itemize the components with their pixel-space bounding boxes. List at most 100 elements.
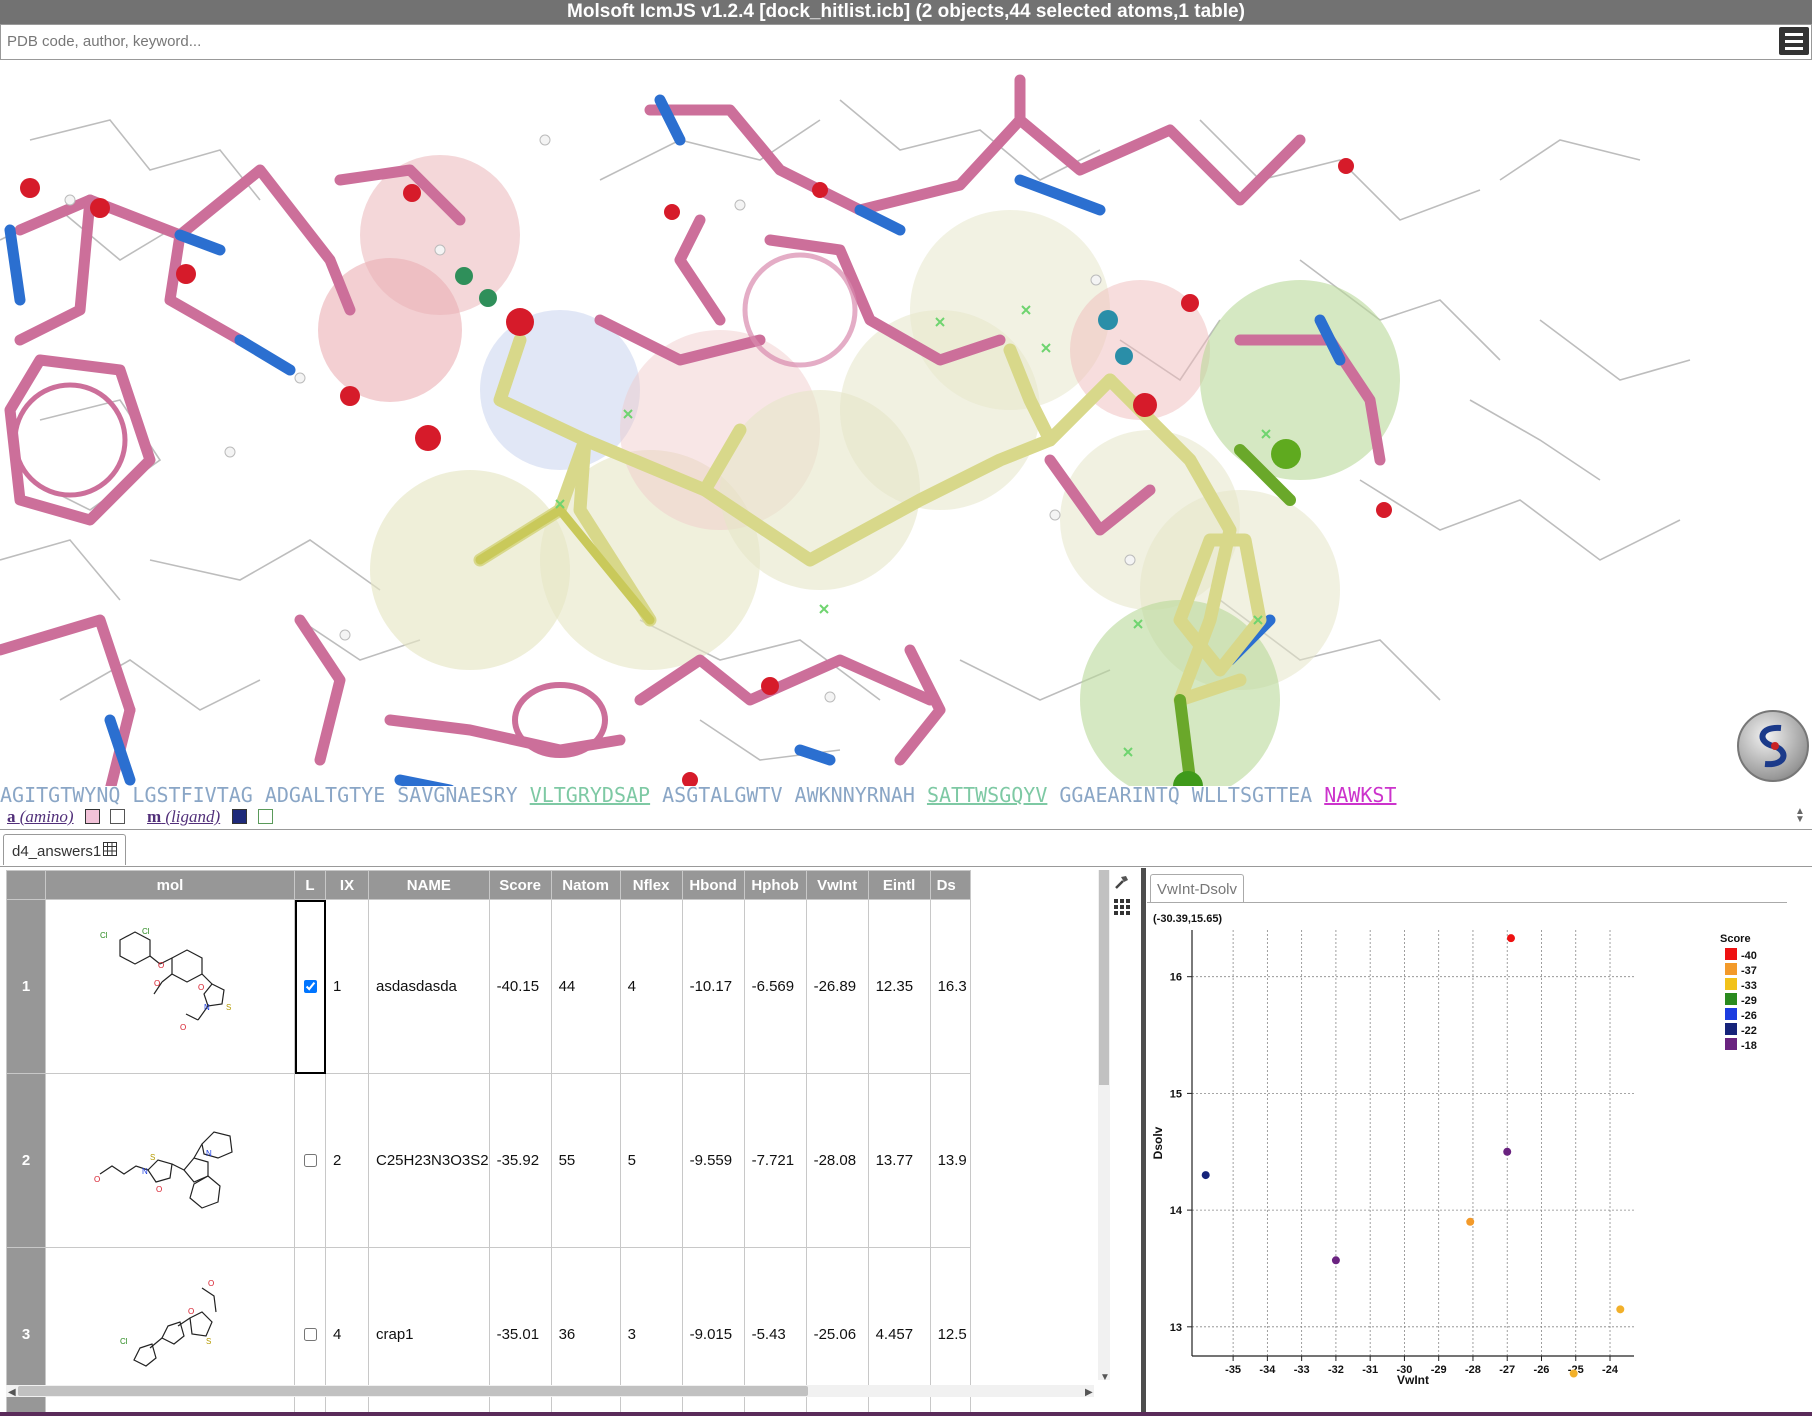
data-point [1569, 1369, 1578, 1378]
sequence-segment[interactable]: NAWKST [1324, 783, 1396, 807]
x-tick-label: -33 [1294, 1364, 1310, 1376]
object-amino-link[interactable]: a (amino) [7, 807, 74, 827]
sequence-bar[interactable]: AGITGTWYNQ LGSTFIVTAG ADGALTGTYE SAVGNAESRY… [0, 783, 1812, 807]
amino-display-toggle[interactable] [85, 809, 100, 824]
sequence-segment[interactable]: WLLTSGTTEA [1192, 783, 1312, 807]
sequence-segment[interactable]: SAVGNAESRY [397, 783, 517, 807]
x-tick-label: -27 [1499, 1364, 1515, 1376]
l-checkbox-cell[interactable] [294, 899, 326, 1074]
corner-header[interactable] [6, 870, 46, 900]
object-ligand-link[interactable]: m (ligand) [147, 807, 220, 827]
tab-d4-answers1[interactable]: d4_answers1 [3, 834, 127, 865]
bottom-border [0, 1412, 1812, 1416]
dsolv-cell: 16.3 [929, 899, 971, 1074]
table-vertical-scrollbar[interactable] [1098, 870, 1110, 1380]
sequence-segment[interactable]: ASGTALGWTV [662, 783, 782, 807]
legend-label: -37 [1741, 965, 1757, 977]
row-number[interactable]: 1 [6, 899, 46, 1074]
legend-swatch [1725, 963, 1737, 975]
ligand-display-toggle[interactable] [232, 809, 247, 824]
column-header[interactable]: NAME [368, 870, 490, 900]
column-header[interactable]: Nflex [619, 870, 683, 900]
x-tick-label: -24 [1602, 1364, 1619, 1376]
column-header[interactable]: Score [488, 870, 552, 900]
hammer-icon[interactable] [1114, 874, 1134, 895]
scroll-down-arrow-icon[interactable]: ▼ [1100, 1372, 1110, 1383]
row-number[interactable]: 2 [6, 1073, 46, 1248]
table-row[interactable]: 2 OS NO N 2 C25H23N3O3S2 -35.92 55 5 -9.… [6, 1073, 971, 1248]
molecule-structure[interactable]: Cl Cl OO ON SO [45, 899, 295, 1074]
sequence-segment[interactable]: VLTGRYDSAP [530, 783, 650, 807]
hbond-cell: -9.559 [681, 1073, 745, 1248]
svg-text:Cl: Cl [120, 1337, 128, 1346]
sequence-segment[interactable]: ADGALTGTYE [265, 783, 385, 807]
scroll-right-arrow-icon[interactable]: ▶ [1085, 1387, 1093, 1398]
legend-swatch [1725, 993, 1737, 1005]
legend-swatch [1725, 1023, 1737, 1035]
svg-text:N: N [142, 1167, 148, 1176]
legend-label: -33 [1741, 980, 1757, 992]
search-input[interactable] [3, 29, 1771, 53]
window-title: Molsoft IcmJS v1.2.4 [dock_hitlist.icb] … [0, 0, 1812, 24]
x-tick-label: -28 [1465, 1364, 1481, 1376]
svg-text:O: O [158, 961, 164, 970]
svg-text:S: S [226, 1003, 231, 1012]
molecule-structure[interactable]: OS NO N [45, 1073, 295, 1248]
column-header[interactable]: Hbond [681, 870, 745, 900]
viewer-resize-handle[interactable]: ▲ ▼ [1794, 807, 1806, 828]
sequence-segment[interactable]: AGITGTWYNQ [0, 783, 120, 807]
sequence-segment[interactable]: AWKNNYRNAH [795, 783, 915, 807]
panel-splitter[interactable] [1141, 868, 1146, 1414]
menu-icon[interactable] [1779, 27, 1809, 55]
dsolv-cell: 13.9 [929, 1073, 971, 1248]
svg-text:O: O [156, 1185, 162, 1194]
column-header[interactable]: L [294, 870, 326, 900]
table-grid-icon[interactable] [103, 835, 118, 869]
y-tick-label: 14 [1170, 1205, 1183, 1217]
y-tick-label: 16 [1170, 972, 1182, 984]
svg-text:Cl: Cl [142, 927, 150, 936]
hphob-cell: -7.721 [743, 1073, 807, 1248]
ligand-expand-icon[interactable] [258, 809, 273, 824]
legend-label: -18 [1741, 1040, 1757, 1052]
plot-legend: Score -40 -37 -33 -29 -26 -22 -18 [1720, 933, 1757, 1052]
sequence-segment[interactable]: LGSTFIVTAG [132, 783, 252, 807]
column-header[interactable]: VwInt [805, 870, 869, 900]
column-header[interactable]: Eintl [867, 870, 931, 900]
scrollbar-thumb[interactable] [18, 1386, 808, 1396]
sequence-segment[interactable]: GGAEARINTQ [1059, 783, 1179, 807]
data-point [1506, 934, 1515, 943]
molecule-drawing: O O S Cl [120, 1279, 217, 1367]
amino-visibility-toggle[interactable] [110, 809, 125, 824]
hbond-cell: -10.17 [681, 899, 745, 1074]
y-tick-label: 13 [1170, 1322, 1182, 1334]
svg-text:N: N [206, 1149, 212, 1158]
grid-icon[interactable] [1114, 899, 1134, 920]
table-horizontal-scrollbar[interactable] [6, 1385, 1094, 1397]
svg-text:S: S [150, 1153, 155, 1162]
svg-text:O: O [198, 983, 204, 992]
sequence-segment[interactable]: SATTWSGQYV [927, 783, 1047, 807]
tab-label: d4_answers1 [12, 843, 102, 860]
molecule-3d-viewer[interactable] [0, 60, 1812, 786]
row-select-checkbox[interactable] [304, 1327, 317, 1341]
column-header[interactable]: IX [325, 870, 369, 900]
table-row[interactable]: 1 Cl Cl OO ON S O 1 asdasdasda -40.15 44… [6, 899, 971, 1074]
scrollbar-thumb[interactable] [1099, 870, 1109, 1085]
molsoft-logo-icon[interactable] [1737, 710, 1809, 782]
plot-grid [1192, 930, 1634, 1356]
legend-label: -22 [1741, 1025, 1757, 1037]
panel-divider[interactable] [0, 829, 1812, 830]
column-header[interactable]: Ds [929, 870, 971, 900]
row-select-checkbox[interactable] [304, 979, 317, 993]
column-header[interactable]: Hphob [743, 870, 807, 900]
column-header[interactable]: mol [45, 870, 295, 900]
scroll-left-arrow-icon[interactable]: ◀ [8, 1387, 16, 1398]
row-select-checkbox[interactable] [304, 1153, 317, 1167]
table-tools [1114, 874, 1134, 915]
y-tick-label: 15 [1170, 1088, 1182, 1100]
l-checkbox-cell[interactable] [294, 1073, 326, 1248]
legend-label: -40 [1741, 950, 1757, 962]
column-header[interactable]: Natom [550, 870, 621, 900]
scatter-plot[interactable]: (-30.39,15.65) -35 -34 -33 -32 -31 -30 -29 -28-… [1147, 870, 1812, 1414]
